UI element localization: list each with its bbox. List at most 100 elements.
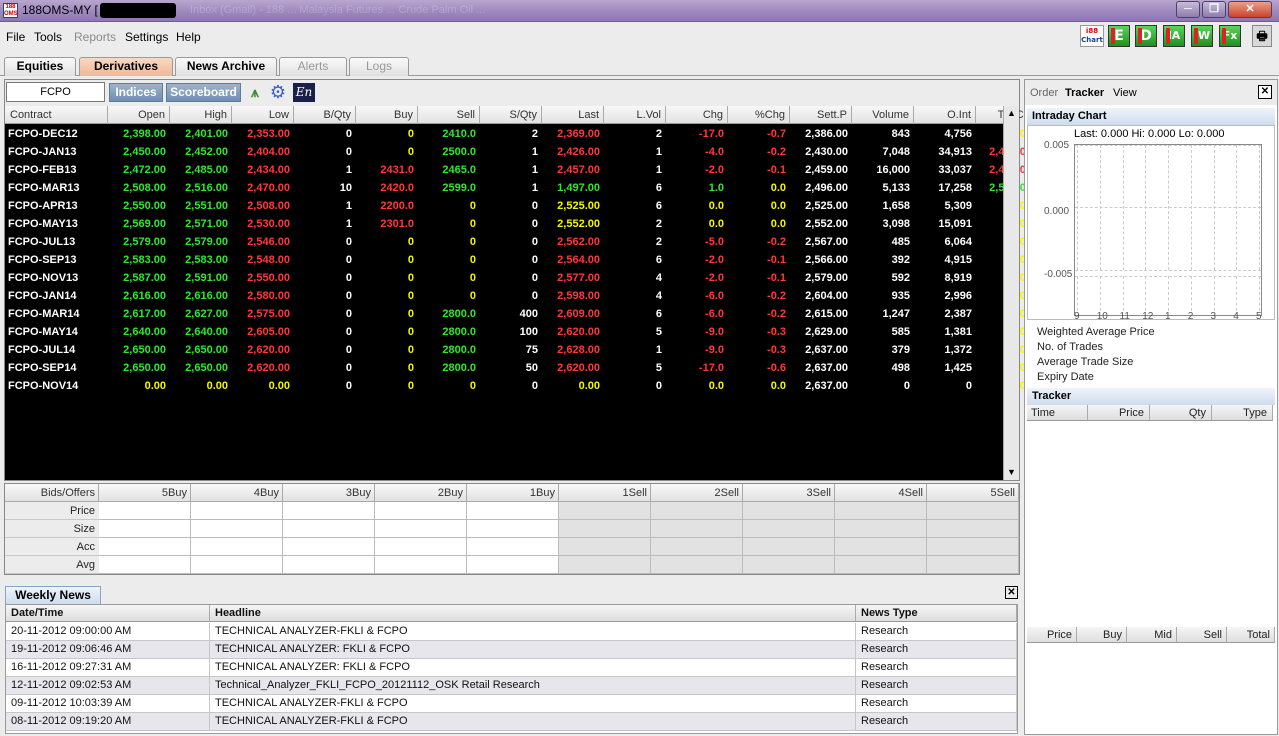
quote-cell: 0: [407, 236, 414, 248]
depth-header-mid[interactable]: Mid: [1127, 627, 1177, 643]
table-row[interactable]: FCPO-MAY14 2,640.00 2,640.00 2,605.00 0 0 2800…: [5, 323, 1032, 341]
quote-cell: -17.0: [698, 128, 724, 140]
menu-reports[interactable]: Reports: [74, 30, 116, 44]
menu-help[interactable]: Help: [176, 30, 201, 44]
news-row[interactable]: 08-11-2012 09:19:20 AM TECHNICAL ANALYZER…: [6, 713, 1017, 731]
equities-e-icon[interactable]: E: [1108, 25, 1130, 47]
column-header-last[interactable]: Last: [542, 106, 604, 124]
tracker-tab[interactable]: Tracker: [1065, 87, 1104, 99]
language-en-icon[interactable]: En: [293, 83, 315, 102]
depth-header-total[interactable]: Total: [1227, 627, 1275, 643]
indices-button[interactable]: Indices: [109, 83, 163, 102]
fx-icon[interactable]: Fx: [1219, 25, 1241, 47]
column-header-open[interactable]: Open: [108, 106, 170, 124]
news-header-news-type[interactable]: News Type: [856, 605, 1017, 622]
column-header-contract[interactable]: Contract: [5, 106, 108, 124]
tracker-header-time[interactable]: Time: [1027, 405, 1088, 421]
right-panel-close-icon[interactable]: ✕: [1258, 85, 1272, 99]
depth-header-sell[interactable]: Sell: [1177, 627, 1227, 643]
column-header-volume[interactable]: Volume: [852, 106, 914, 124]
quote-cell: 2,609.00: [557, 308, 600, 320]
tracker-header-qty[interactable]: Qty: [1150, 405, 1212, 421]
depth-header-price[interactable]: Price: [1027, 627, 1077, 643]
table-row[interactable]: FCPO-JUL13 2,579.00 2,579.00 2,546.00 0 0 0 0 2,…: [5, 233, 1032, 251]
column-header--chg[interactable]: %Chg: [728, 106, 790, 124]
table-row[interactable]: FCPO-MAR13 2,508.00 2,516.00 2,470.00 10 2420…: [5, 179, 1032, 197]
tab-weekly-news[interactable]: Weekly News: [5, 586, 101, 604]
table-row[interactable]: FCPO-JAN13 2,450.00 2,452.00 2,404.00 0 0 2500…: [5, 143, 1032, 161]
quote-cell: -0.2: [767, 146, 786, 158]
column-header-high[interactable]: High: [170, 106, 232, 124]
scroll-down-icon[interactable]: ▼: [1004, 465, 1019, 480]
ia-icon[interactable]: IA: [1163, 25, 1185, 47]
menu-tools[interactable]: Tools: [34, 30, 62, 44]
quote-cell: 0.0: [770, 200, 786, 212]
table-row[interactable]: FCPO-APR13 2,550.00 2,551.00 2,508.00 1 2200.…: [5, 197, 1032, 215]
news-row[interactable]: 20-11-2012 09:00:00 AM TECHNICAL ANALYZER…: [6, 623, 1017, 641]
iw-icon[interactable]: IW: [1191, 25, 1213, 47]
tab-equities[interactable]: Equities: [4, 57, 76, 76]
column-header-o-int[interactable]: O.Int: [914, 106, 976, 124]
column-header-low[interactable]: Low: [232, 106, 294, 124]
quote-cell: 585: [891, 326, 910, 338]
news-close-icon[interactable]: ✕: [1005, 586, 1018, 599]
contract-search-input[interactable]: [6, 82, 105, 102]
tracker-header-type[interactable]: Type: [1212, 405, 1273, 421]
derivatives-d-icon[interactable]: D: [1135, 25, 1157, 47]
quote-cell: 2,525.00: [557, 200, 600, 212]
quote-cell: 379: [891, 344, 910, 356]
table-row[interactable]: FCPO-SEP13 2,583.00 2,583.00 2,548.00 0 0 0 0 2,…: [5, 251, 1032, 269]
print-icon[interactable]: 🖶: [1252, 25, 1272, 47]
bids-cell: [467, 556, 559, 574]
news-row[interactable]: 09-11-2012 10:03:39 AM TECHNICAL ANALYZER…: [6, 695, 1017, 713]
tab-derivatives[interactable]: Derivatives: [79, 57, 173, 76]
maximize-button[interactable]: ❐: [1202, 1, 1226, 18]
column-header-buy[interactable]: Buy: [356, 106, 418, 124]
news-row[interactable]: 12-11-2012 09:02:53 AM Technical_Analyzer…: [6, 677, 1017, 695]
menu-settings[interactable]: Settings: [125, 30, 168, 44]
column-header-l-vol[interactable]: L.Vol: [604, 106, 666, 124]
tab-logs[interactable]: Logs: [349, 57, 409, 76]
close-window-button[interactable]: ✕: [1228, 1, 1272, 18]
column-header-b-qty[interactable]: B/Qty: [294, 106, 356, 124]
quote-cell: 4: [655, 272, 662, 284]
table-row[interactable]: FCPO-MAY13 2,569.00 2,571.00 2,530.00 1 2301.…: [5, 215, 1032, 233]
order-tab[interactable]: Order: [1030, 87, 1058, 99]
tracker-header-price[interactable]: Price: [1088, 405, 1150, 421]
table-row[interactable]: FCPO-NOV13 2,587.00 2,591.00 2,550.00 0 0 0 0 2,…: [5, 269, 1032, 287]
table-row[interactable]: FCPO-NOV14 0.00 0.00 0.00 0 0 0 0 0.00 0 0.0 0.0 2,6…: [5, 377, 1032, 395]
news-header-date-time[interactable]: Date/Time: [6, 605, 210, 622]
scroll-up-icon[interactable]: ▲: [1004, 106, 1019, 121]
menu-file[interactable]: File: [6, 30, 25, 44]
table-row[interactable]: FCPO-JUL14 2,650.00 2,650.00 2,620.00 0 0 2800…: [5, 341, 1032, 359]
column-header-chg[interactable]: Chg: [666, 106, 728, 124]
table-row[interactable]: FCPO-MAR14 2,617.00 2,627.00 2,575.00 0 0 2800…: [5, 305, 1032, 323]
gear-icon[interactable]: ⚙: [268, 83, 288, 102]
contract-cell: FCPO-JUL13: [8, 236, 76, 248]
table-row[interactable]: FCPO-JAN14 2,616.00 2,616.00 2,580.00 0 0 0 0 2,…: [5, 287, 1032, 305]
quote-scrollbar[interactable]: ▲ ▼: [1003, 106, 1019, 480]
quote-cell: 2,459.00: [805, 164, 848, 176]
quote-cell: 0: [407, 344, 414, 356]
view-tab[interactable]: View: [1113, 87, 1137, 99]
chart-icon[interactable]: i88 Chart: [1080, 25, 1104, 47]
tab-alerts[interactable]: Alerts: [279, 57, 347, 76]
scoreboard-button[interactable]: Scoreboard: [166, 83, 241, 102]
graph-icon[interactable]: ⩚: [245, 83, 265, 102]
news-header-headline[interactable]: Headline: [210, 605, 856, 622]
quote-cell: 2,627.00: [185, 308, 228, 320]
table-row[interactable]: FCPO-FEB13 2,472.00 2,485.00 2,434.00 1 2431.…: [5, 161, 1032, 179]
depth-header-buy[interactable]: Buy: [1077, 627, 1127, 643]
quote-cell: 4,756: [944, 128, 972, 140]
quote-cell: 2,569.00: [123, 218, 166, 230]
news-row[interactable]: 19-11-2012 09:06:46 AM TECHNICAL ANALYZER…: [6, 641, 1017, 659]
column-header-sell[interactable]: Sell: [418, 106, 480, 124]
column-header-s-qty[interactable]: S/Qty: [480, 106, 542, 124]
column-header-sett-p[interactable]: Sett.P: [790, 106, 852, 124]
minimize-button[interactable]: ─: [1176, 1, 1200, 18]
table-row[interactable]: FCPO-DEC12 2,398.00 2,401.00 2,353.00 0 0 2410…: [5, 125, 1032, 143]
tab-news-archive[interactable]: News Archive: [175, 57, 277, 76]
quote-cell: 15,091: [938, 218, 972, 230]
news-row[interactable]: 16-11-2012 09:27:31 AM TECHNICAL ANALYZER…: [6, 659, 1017, 677]
table-row[interactable]: FCPO-SEP14 2,650.00 2,650.00 2,620.00 0 0 2800…: [5, 359, 1032, 377]
